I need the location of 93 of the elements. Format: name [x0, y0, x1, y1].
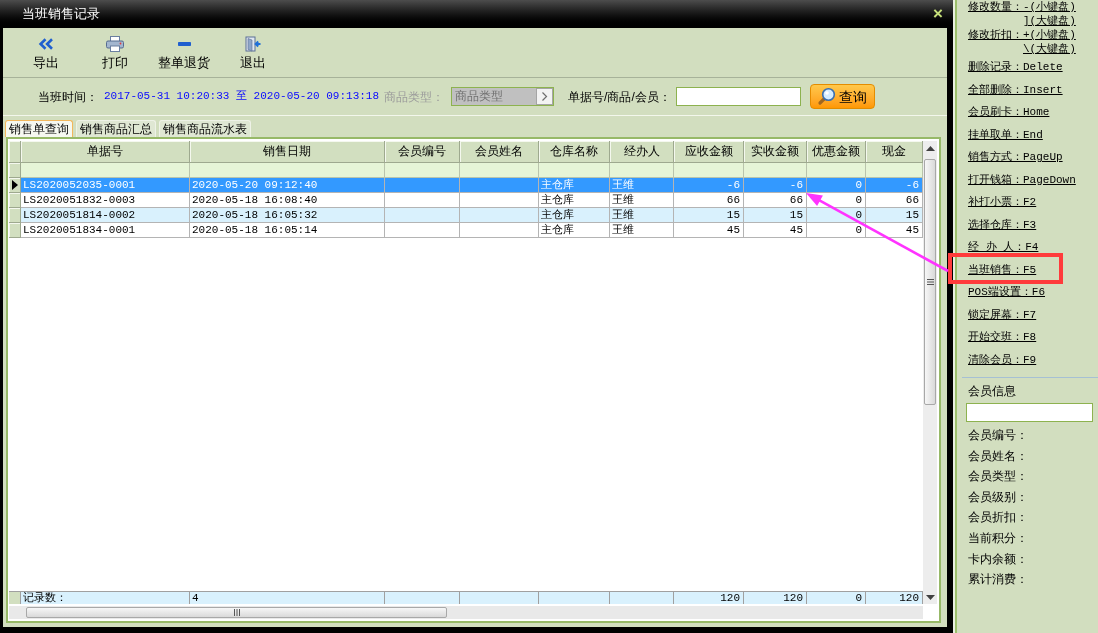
shortcut-link[interactable]: 清除会员：F9 [968, 348, 1037, 371]
summary-cell: 记录数： [21, 592, 190, 604]
filter-field[interactable] [674, 163, 744, 178]
member-field-label: 会员级别： [968, 488, 1029, 506]
member-field-label: 当前积分： [968, 529, 1029, 547]
minus-icon [177, 42, 191, 46]
door-arrow-icon [245, 36, 261, 52]
printer-icon [106, 36, 124, 52]
member-field-label: 累计消费： [968, 571, 1029, 589]
category-label: 商品类型： [384, 88, 445, 106]
shortcut-link[interactable]: POS端设置：F6 [968, 281, 1045, 304]
table-cell: 45 [674, 223, 744, 238]
query-button[interactable]: 查询 [809, 84, 875, 109]
table-row[interactable]: LS2020051834-0001 2020-05-18 16:05:14 主仓库 王维 45 45 0 45 [9, 223, 923, 238]
shortcut-link[interactable]: 补打小票：F2 [968, 191, 1037, 214]
grip-icon [233, 609, 240, 616]
scrollbar-thumb[interactable] [26, 607, 447, 618]
column-header[interactable]: 优惠金额 [807, 141, 866, 163]
table-row[interactable]: LS2020051832-0003 2020-05-18 16:08:40 主仓库 王维 66 66 0 66 [9, 193, 923, 208]
table-row[interactable]: LS2020051814-0002 2020-05-18 16:05:32 主仓库 王维 15 15 0 15 [9, 208, 923, 223]
table-cell: 主仓库 [539, 223, 610, 238]
shortcut-link[interactable]: 选择仓库：F3 [968, 213, 1037, 236]
column-header[interactable]: 单据号 [21, 141, 190, 163]
search-icon [817, 87, 837, 106]
table-cell: 45 [744, 223, 807, 238]
shortcut-link[interactable]: 锁定屏幕：F7 [968, 303, 1037, 326]
filter-field[interactable] [21, 163, 190, 178]
table-cell: 王维 [610, 223, 674, 238]
shortcut-link[interactable]: 经 办 人：F4 [968, 236, 1039, 259]
shortcut-link[interactable]: 挂单取单：End [968, 123, 1043, 146]
shift-time-range: 2017-05-31 10:20:33 至 2020-05-20 09:13:18 [104, 89, 380, 105]
column-header[interactable]: 经办人 [610, 141, 674, 163]
row-header-cell [9, 208, 21, 223]
filter-field[interactable] [190, 163, 385, 178]
member-field-label: 卡内余额： [968, 550, 1029, 568]
shortcut-link[interactable]: 销售方式：PageUp [968, 146, 1063, 169]
member-info-title: 会员信息 [968, 383, 1017, 399]
grip-icon [926, 279, 934, 285]
shortcut-link[interactable]: 开始交班：F8 [968, 326, 1037, 349]
shortcut-link[interactable]: 会员刷卡：Home [968, 101, 1050, 124]
summary-cell: 4 [190, 592, 385, 604]
filter-field[interactable] [610, 163, 674, 178]
row-header-cell [9, 193, 21, 208]
shortcut-link[interactable]: 删除记录：Delete [968, 56, 1063, 79]
member-field-label: 会员类型： [968, 468, 1029, 486]
search-label: 单据号/商品/会员： [568, 88, 671, 106]
shortcut-link[interactable]: 修改数量：-(小键盘) ](大键盘) [968, 0, 1076, 28]
shift-time-label: 当班时间： [38, 88, 98, 106]
column-header[interactable]: 会员编号 [385, 141, 460, 163]
export-button[interactable]: 导出 [14, 28, 78, 72]
print-button[interactable]: 打印 [83, 28, 147, 72]
column-header[interactable]: 会员姓名 [460, 141, 539, 163]
filter-field[interactable] [460, 163, 539, 178]
summary-cell: 120 [674, 592, 744, 604]
column-header[interactable]: 实收金额 [744, 141, 807, 163]
exit-button[interactable]: 退出 [221, 28, 285, 72]
row-header-cell [9, 163, 21, 178]
window-title: 当班销售记录 [22, 6, 100, 22]
category-select: 商品类型 [451, 87, 555, 106]
summary-cell: 120 [744, 592, 807, 604]
filter-field[interactable] [807, 163, 866, 178]
summary-cell: 0 [807, 592, 866, 604]
filter-field[interactable] [385, 163, 460, 178]
table-cell: 2020-05-18 16:05:14 [190, 223, 385, 238]
scroll-up-icon[interactable] [925, 146, 935, 151]
filter-field[interactable] [866, 163, 923, 178]
member-card-field[interactable] [966, 403, 1093, 422]
column-header[interactable]: 销售日期 [190, 141, 385, 163]
scrollbar-thumb[interactable] [924, 159, 936, 405]
table-cell: 0 [807, 223, 866, 238]
member-field-label: 会员编号： [968, 427, 1029, 444]
shortcut-link[interactable]: 打开钱箱：PageDown [968, 168, 1076, 191]
row-header-cell [9, 141, 21, 163]
tab[interactable]: 销售商品汇总 [76, 120, 156, 137]
shortcut-link[interactable]: 修改折扣：+(小键盘) \(大键盘) [968, 28, 1076, 56]
filter-field[interactable] [744, 163, 807, 178]
column-header[interactable]: 仓库名称 [539, 141, 610, 163]
member-field-label: 会员折扣： [968, 509, 1029, 527]
filter-field[interactable] [539, 163, 610, 178]
column-header[interactable]: 应收金额 [674, 141, 744, 163]
search-field[interactable] [675, 87, 801, 106]
double-chevron-left-icon [38, 38, 54, 50]
close-button[interactable]: × [931, 5, 945, 23]
scroll-down-icon[interactable] [925, 595, 935, 600]
member-field-label: 会员姓名： [968, 447, 1029, 465]
tab[interactable]: 销售单查询 [5, 120, 73, 137]
shortcut-link[interactable]: 全部删除：Insert [968, 78, 1063, 101]
tab[interactable]: 销售商品流水表 [159, 120, 251, 137]
return-order-button[interactable]: 整单退货 [152, 28, 216, 72]
column-header[interactable]: 现金 [866, 141, 923, 163]
row-header-cell [9, 223, 21, 238]
shortcut-link[interactable]: 当班销售：F5 [968, 258, 1037, 281]
table-cell: LS2020051834-0001 [21, 223, 190, 238]
